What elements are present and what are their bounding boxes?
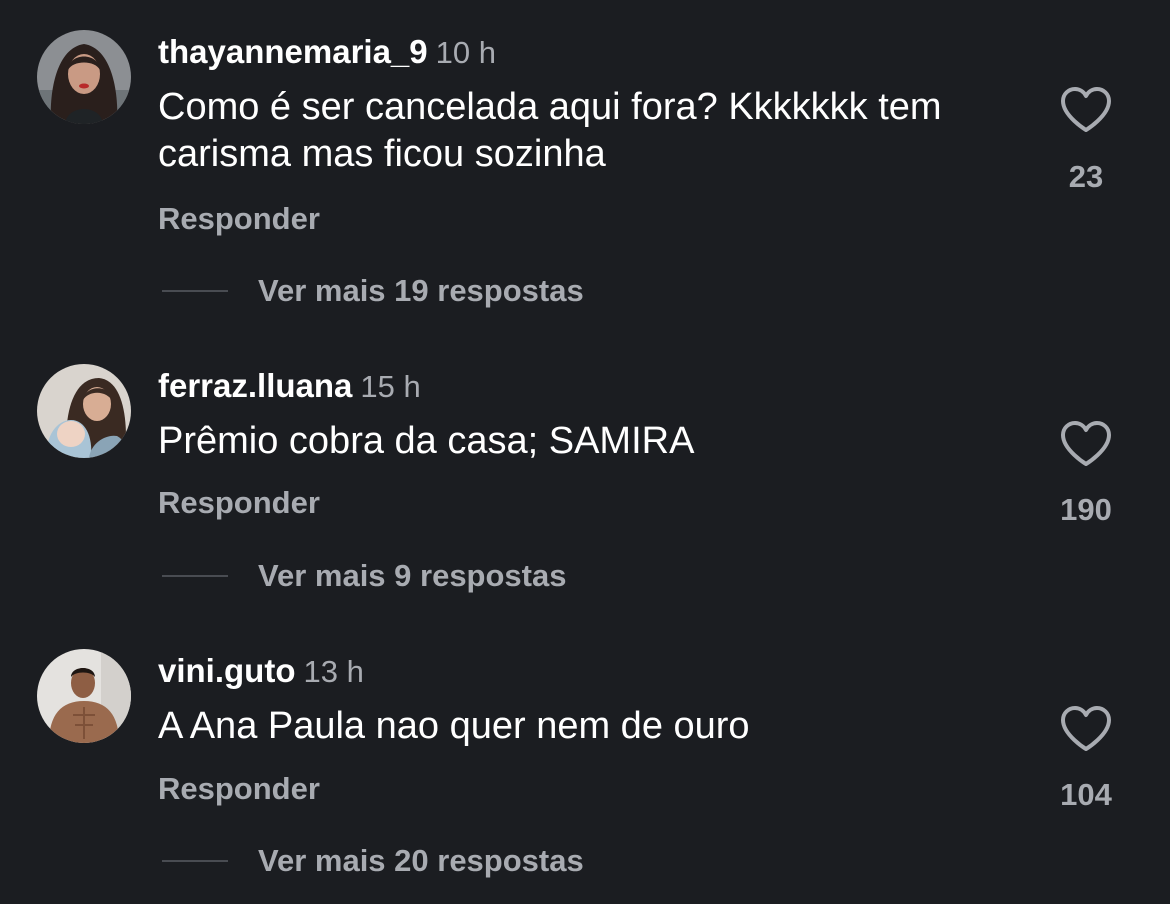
avatar[interactable] — [37, 364, 131, 458]
username[interactable]: vini.guto — [158, 652, 295, 689]
comment-item: ferraz.lluana 15 h Prêmio cobra da casa; … — [0, 334, 1170, 619]
avatar[interactable] — [37, 30, 131, 124]
comment-header: thayannemaria_9 10 h — [158, 30, 496, 74]
view-replies-label: Ver mais 19 respostas — [258, 273, 584, 308]
view-replies-button[interactable]: Ver mais 9 respostas — [162, 556, 566, 596]
username[interactable]: thayannemaria_9 — [158, 33, 428, 70]
divider — [162, 290, 228, 292]
view-replies-label: Ver mais 9 respostas — [258, 558, 567, 593]
like-count: 104 — [1060, 777, 1112, 812]
comment-text: Prêmio cobra da casa; SAMIRA — [158, 420, 695, 462]
username[interactable]: ferraz.lluana — [158, 367, 352, 404]
reply-button[interactable]: Responder — [158, 769, 320, 809]
view-replies-label: Ver mais 20 respostas — [258, 843, 584, 878]
comment-text: A Ana Paula nao quer nem de ouro — [158, 705, 750, 747]
timestamp: 13 h — [303, 654, 364, 689]
heart-icon — [1061, 87, 1111, 132]
timestamp: 10 h — [435, 35, 496, 70]
view-replies-button[interactable]: Ver mais 20 respostas — [162, 841, 584, 881]
comment-text: Como é ser cancelada aqui fora? Kkkkkkk … — [158, 86, 942, 175]
comment-header: ferraz.lluana 15 h — [158, 364, 421, 408]
timestamp: 15 h — [360, 369, 421, 404]
like-count: 190 — [1060, 492, 1112, 527]
divider — [162, 860, 228, 862]
comment-item: thayannemaria_9 10 h Como é ser cancelada… — [0, 0, 1170, 308]
avatar[interactable] — [37, 649, 131, 743]
like-button[interactable] — [1059, 86, 1113, 134]
avatar-photo-woman-with-baby — [37, 364, 131, 458]
view-replies-button[interactable]: Ver mais 19 respostas — [162, 271, 584, 311]
comment-header: vini.guto 13 h — [158, 649, 364, 693]
heart-icon — [1061, 421, 1111, 466]
divider — [162, 575, 228, 577]
like-button[interactable] — [1059, 420, 1113, 468]
avatar-photo-woman-dark-hair — [37, 30, 131, 124]
reply-button[interactable]: Responder — [158, 199, 320, 239]
like-button[interactable] — [1059, 705, 1113, 753]
reply-button[interactable]: Responder — [158, 483, 320, 523]
like-count: 23 — [1068, 159, 1104, 194]
heart-icon — [1061, 706, 1111, 751]
comment-item: vini.guto 13 h A Ana Paula nao quer nem d… — [0, 619, 1170, 904]
avatar-photo-shirtless-man — [37, 649, 131, 743]
